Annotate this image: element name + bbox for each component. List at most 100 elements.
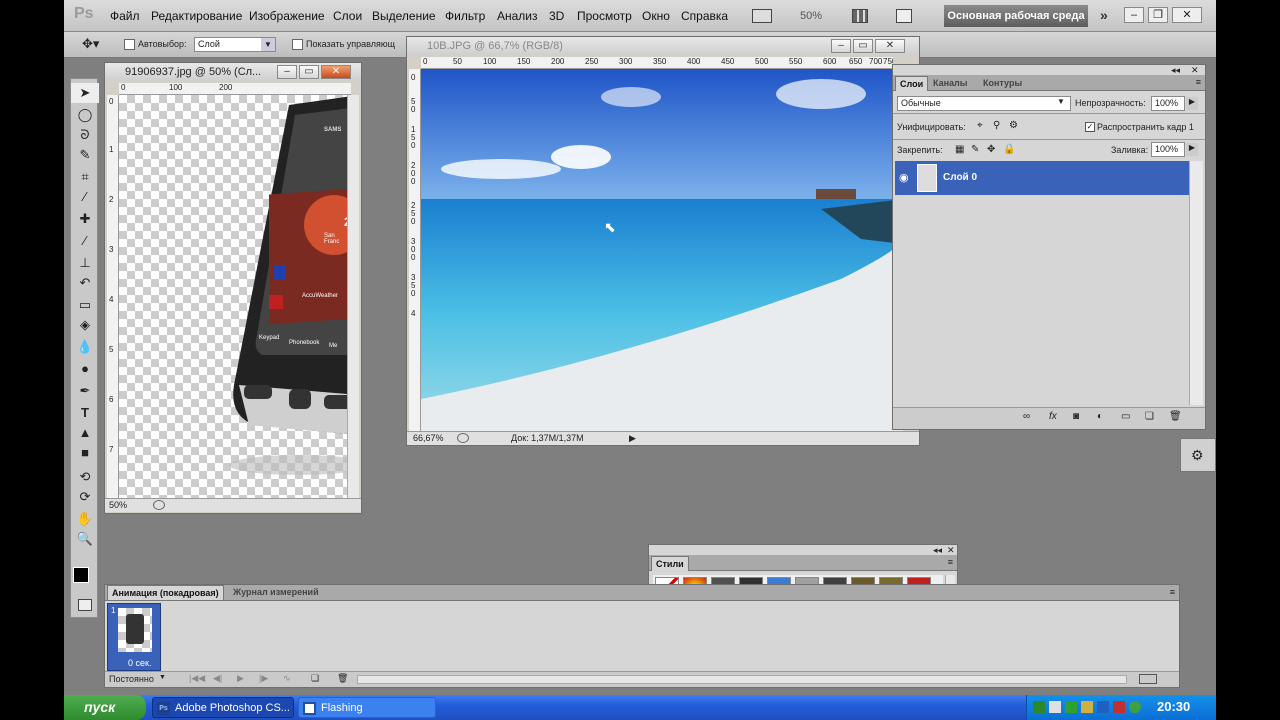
bucket-icon[interactable]: ◈: [71, 315, 99, 335]
menu-edit[interactable]: Редактирование: [151, 9, 242, 23]
lock-all-icon[interactable]: 🔒: [1003, 144, 1015, 155]
menu-help[interactable]: Справка: [681, 9, 728, 23]
menu-image[interactable]: Изображение: [249, 9, 325, 23]
shape-icon[interactable]: ■: [71, 443, 99, 463]
doc1-close-button[interactable]: ✕: [321, 65, 351, 79]
healing-icon[interactable]: ✚: [71, 209, 99, 229]
marquee-icon[interactable]: ◯: [71, 105, 99, 125]
show-controls-checkbox[interactable]: [292, 39, 303, 50]
opacity-arrow-icon[interactable]: ▶: [1186, 97, 1198, 110]
layer-row[interactable]: ◉ Слой 0: [895, 161, 1189, 195]
autoselect-checkbox[interactable]: [124, 39, 135, 50]
workspace-button[interactable]: Основная рабочая среда: [944, 5, 1088, 27]
animation-menu-icon[interactable]: ≡: [1170, 587, 1175, 597]
move-tool-icon[interactable]: ✥▾: [82, 36, 99, 52]
close-icon[interactable]: ✕: [1172, 7, 1202, 23]
path-select-icon[interactable]: ▲: [71, 423, 99, 443]
start-button[interactable]: пуск: [64, 695, 146, 720]
tray-icon-6[interactable]: [1113, 701, 1125, 713]
screen-mode-icon[interactable]: [752, 9, 772, 23]
3d-orbit-icon[interactable]: ⟳: [71, 487, 99, 507]
adjustment-icon[interactable]: ◐: [1097, 411, 1103, 422]
trash-icon[interactable]: 🗑: [1169, 411, 1182, 422]
history-brush-icon[interactable]: ↶: [71, 273, 99, 293]
doc1-vscroll[interactable]: [347, 95, 359, 498]
dodge-icon[interactable]: ●: [71, 359, 99, 379]
more-icon[interactable]: »: [1100, 7, 1108, 23]
crop-icon[interactable]: ⌗: [71, 167, 99, 187]
layer-name[interactable]: Слой 0: [943, 172, 977, 183]
zoom-level[interactable]: 50%: [800, 10, 822, 22]
first-frame-icon[interactable]: |◀◀: [189, 673, 205, 684]
move-icon[interactable]: ➤: [71, 83, 99, 103]
tab-layers[interactable]: Слои: [895, 76, 929, 91]
tab-channels[interactable]: Каналы: [929, 76, 971, 91]
menu-window[interactable]: Окно: [642, 9, 670, 23]
eraser-icon[interactable]: ▭: [71, 295, 99, 315]
animation-frame[interactable]: 1 0 сек.: [107, 603, 161, 671]
tray-icon-1[interactable]: [1033, 701, 1045, 713]
play-icon[interactable]: ▶: [237, 673, 244, 684]
link-icon[interactable]: ∞: [1023, 411, 1030, 422]
fill-arrow-icon[interactable]: ▶: [1186, 143, 1198, 156]
chevron-down-icon[interactable]: ▼: [159, 674, 166, 681]
unify-visibility-icon[interactable]: ⚲: [993, 120, 1000, 131]
fill-field[interactable]: 100%: [1151, 142, 1185, 157]
tray-icon-3[interactable]: [1065, 701, 1077, 713]
opacity-field[interactable]: 100%: [1151, 96, 1185, 111]
tab-animation[interactable]: Анимация (покадровая): [107, 585, 224, 600]
foreground-color[interactable]: [73, 567, 89, 583]
tab-measurement-log[interactable]: Журнал измерений: [229, 585, 323, 600]
styles-menu-icon[interactable]: ≡: [948, 557, 953, 567]
menu-layer[interactable]: Слои: [333, 9, 362, 23]
lock-position-icon[interactable]: ✥: [987, 144, 995, 155]
doc2-close-button[interactable]: ✕: [875, 39, 905, 53]
clock[interactable]: 20:30: [1157, 699, 1190, 714]
blur-icon[interactable]: 💧: [71, 337, 99, 357]
chevron-down-icon[interactable]: ▼: [1057, 97, 1065, 106]
doc2-status-arrow-icon[interactable]: ▶: [629, 432, 636, 445]
restore-icon[interactable]: ❐: [1148, 7, 1168, 23]
next-frame-icon[interactable]: |▶: [259, 673, 268, 684]
unify-position-icon[interactable]: ⌖: [977, 120, 983, 131]
tray-icon-2[interactable]: [1049, 701, 1061, 713]
prev-frame-icon[interactable]: ◀|: [213, 673, 222, 684]
convert-timeline-icon[interactable]: [1139, 674, 1157, 684]
tween-icon[interactable]: ∿: [283, 673, 291, 684]
pen-icon[interactable]: ✒: [71, 381, 99, 401]
lock-transparent-icon[interactable]: ▦: [955, 144, 964, 155]
layers-vscroll[interactable]: [1189, 161, 1203, 405]
brush-icon[interactable]: ∕: [71, 231, 99, 251]
zoom-icon[interactable]: 🔍: [71, 529, 99, 549]
tray-icon-5[interactable]: [1097, 701, 1109, 713]
delete-frame-icon[interactable]: 🗑: [337, 673, 348, 684]
menu-file[interactable]: Файл: [110, 9, 140, 23]
tray-icon-7[interactable]: [1129, 701, 1141, 713]
taskbar-item-flashing[interactable]: Flashing: [298, 697, 436, 718]
menu-select[interactable]: Выделение: [372, 9, 436, 23]
tab-styles[interactable]: Стили: [651, 556, 689, 571]
3d-rotate-icon[interactable]: ⟲: [71, 467, 99, 487]
panel-menu-icon[interactable]: ≡: [1196, 77, 1201, 87]
eye-icon[interactable]: ◉: [899, 171, 909, 184]
minimize-icon[interactable]: –: [1124, 7, 1144, 23]
duplicate-frame-icon[interactable]: ❏: [311, 673, 319, 684]
doc2-maximize-button[interactable]: ▭: [853, 39, 873, 53]
frame-delay[interactable]: 0 сек.: [128, 658, 151, 668]
type-icon[interactable]: T: [71, 403, 99, 423]
unify-style-icon[interactable]: ⚙: [1009, 120, 1018, 131]
hand-icon[interactable]: ✋: [71, 509, 99, 529]
fx-icon[interactable]: fx: [1049, 411, 1057, 422]
group-icon[interactable]: ▭: [1121, 411, 1130, 422]
doc1-status-icon[interactable]: [153, 500, 165, 510]
animation-hscroll[interactable]: [357, 675, 1127, 684]
tab-paths[interactable]: Контуры: [979, 76, 1026, 91]
doc1-maximize-button[interactable]: ▭: [299, 65, 319, 79]
doc2-status-icon[interactable]: [457, 433, 469, 443]
lasso-icon[interactable]: ᘐ: [71, 125, 99, 145]
doc2-minimize-button[interactable]: –: [831, 39, 851, 53]
menu-filter[interactable]: Фильтр: [445, 9, 485, 23]
screen-icon[interactable]: [896, 9, 912, 23]
styles-dock-icon[interactable]: ⚙: [1191, 447, 1204, 464]
new-layer-icon[interactable]: ❏: [1145, 411, 1154, 422]
